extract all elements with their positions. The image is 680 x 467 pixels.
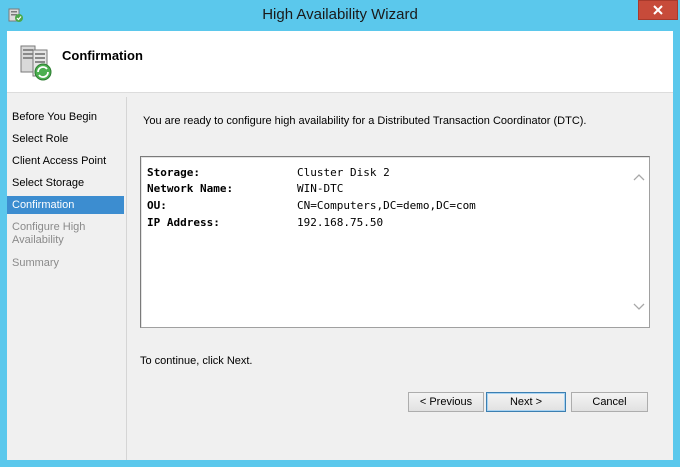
summary-key: Network Name:: [147, 182, 234, 195]
summary-value: CN=Computers,DC=demo,DC=com: [297, 199, 476, 212]
scroll-up-arrow-icon[interactable]: [633, 173, 645, 181]
close-button[interactable]: [638, 0, 678, 20]
summary-key: OU:: [147, 199, 167, 212]
window-title: High Availability Wizard: [262, 6, 418, 23]
close-icon: [653, 5, 663, 15]
nav-item-confirmation[interactable]: Confirmation: [7, 196, 124, 214]
nav-item-client-access-point[interactable]: Client Access Point: [7, 155, 124, 168]
nav-item-summary: Summary: [12, 257, 60, 269]
summary-value: 192.168.75.50: [297, 216, 384, 229]
continue-instruction: To continue, click Next.: [140, 355, 253, 367]
cancel-button[interactable]: Cancel: [571, 392, 648, 412]
summary-value: WIN-DTC: [297, 182, 344, 195]
nav-item-configure-high-availability: Configure High Availability: [12, 221, 86, 246]
nav-item-select-role[interactable]: Select Role: [7, 133, 124, 146]
previous-button[interactable]: < Previous: [408, 392, 484, 412]
wizard-step-nav: Before You Begin Select Role Client Acce…: [7, 97, 127, 460]
summary-key: IP Address:: [147, 216, 220, 229]
intro-text: You are ready to configure high availabi…: [143, 115, 587, 127]
next-button[interactable]: Next >: [486, 392, 566, 412]
nav-item-select-storage[interactable]: Select Storage: [7, 177, 124, 190]
confirmation-summary-box[interactable]: Storage: Cluster Disk 2 Network Name: WI…: [140, 156, 650, 328]
summary-value: Cluster Disk 2: [297, 166, 390, 179]
scroll-down-arrow-icon[interactable]: [633, 303, 645, 311]
wizard-header: Confirmation: [7, 31, 673, 93]
title-bar[interactable]: High Availability Wizard: [0, 0, 680, 30]
cluster-wizard-icon: [20, 45, 52, 81]
wizard-window: Confirmation Before You Begin Select Rol…: [7, 31, 673, 460]
page-title: Confirmation: [62, 48, 143, 63]
summary-key: Storage:: [147, 166, 200, 179]
nav-item-before-you-begin[interactable]: Before You Begin: [7, 111, 124, 124]
